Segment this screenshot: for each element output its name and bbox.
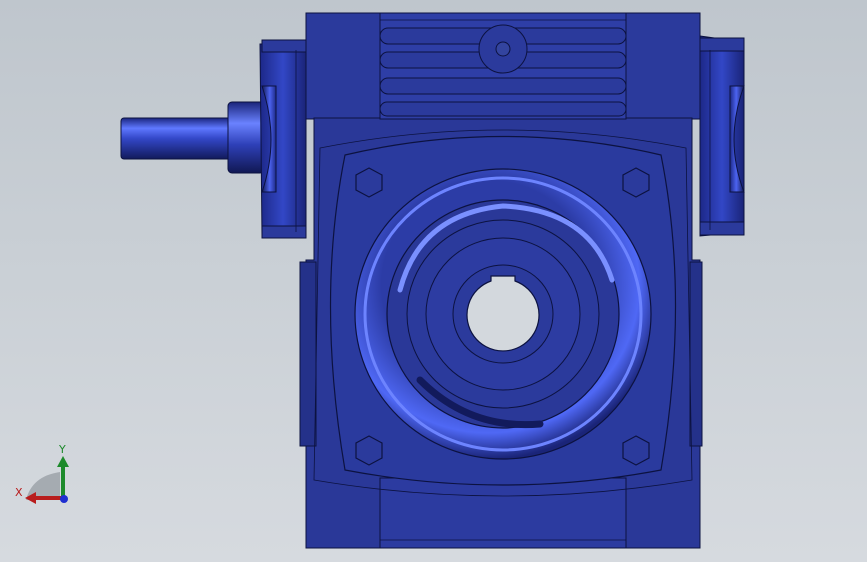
- coordinate-triad: X Y: [10, 440, 80, 510]
- output-hollow-shaft: [354, 168, 652, 460]
- left-side-cover: [120, 39, 307, 239]
- right-side-cover: [699, 35, 745, 237]
- gearbox-model[interactable]: [0, 0, 867, 562]
- axis-y-label: Y: [59, 443, 66, 456]
- graphics-viewport[interactable]: X Y: [0, 0, 867, 562]
- axis-x-label: X: [15, 486, 23, 499]
